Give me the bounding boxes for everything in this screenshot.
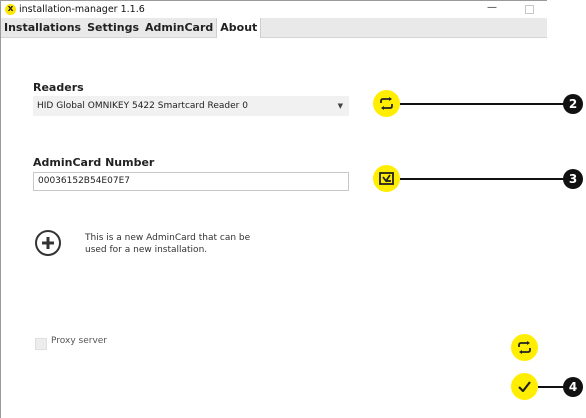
callout-line-3 bbox=[400, 178, 568, 180]
add-admincard-button[interactable] bbox=[35, 230, 61, 256]
admincard-number-field[interactable]: 00036152B54E07E7 bbox=[33, 172, 349, 191]
proxy-server-checkbox[interactable] bbox=[35, 338, 47, 350]
callout-badge-4: 4 bbox=[563, 377, 583, 397]
app-icon: x bbox=[5, 4, 16, 15]
plus-icon bbox=[42, 237, 54, 249]
readers-label: Readers bbox=[33, 81, 84, 94]
refresh-button[interactable] bbox=[511, 334, 538, 361]
refresh-icon bbox=[518, 341, 531, 354]
confirm-button[interactable] bbox=[511, 373, 538, 400]
tab-bar: Installations Settings AdminCard About bbox=[1, 18, 547, 38]
readers-selected-value: HID Global OMNIKEY 5422 Smartcard Reader… bbox=[37, 101, 248, 111]
callout-badge-3: 3 bbox=[563, 169, 583, 189]
proxy-server-label: Proxy server bbox=[51, 336, 108, 346]
refresh-readers-button[interactable] bbox=[373, 90, 400, 117]
card-import-icon bbox=[379, 172, 394, 185]
tab-settings[interactable]: Settings bbox=[84, 18, 142, 37]
checkmark-icon bbox=[518, 381, 531, 392]
app-window: x installation-manager 1.1.6 — Installat… bbox=[0, 0, 547, 418]
readers-select[interactable]: HID Global OMNIKEY 5422 Smartcard Reader… bbox=[33, 96, 349, 116]
callout-line-2 bbox=[400, 103, 568, 105]
admincard-number-label: AdminCard Number bbox=[33, 156, 155, 169]
refresh-icon bbox=[380, 97, 393, 110]
new-admincard-info: This is a new AdminCard that can be used… bbox=[85, 233, 251, 255]
callout-badge-2: 2 bbox=[563, 94, 583, 114]
maximize-button[interactable] bbox=[525, 5, 534, 14]
title-bar: x installation-manager 1.1.6 — bbox=[1, 1, 547, 18]
tab-admincard[interactable]: AdminCard bbox=[142, 18, 216, 37]
window-title: installation-manager 1.1.6 bbox=[19, 4, 145, 15]
tab-about[interactable]: About bbox=[216, 18, 262, 38]
minimize-button[interactable]: — bbox=[487, 2, 497, 13]
tab-installations[interactable]: Installations bbox=[1, 18, 84, 37]
chevron-down-icon: ▼ bbox=[337, 102, 343, 110]
read-card-button[interactable] bbox=[373, 165, 400, 192]
